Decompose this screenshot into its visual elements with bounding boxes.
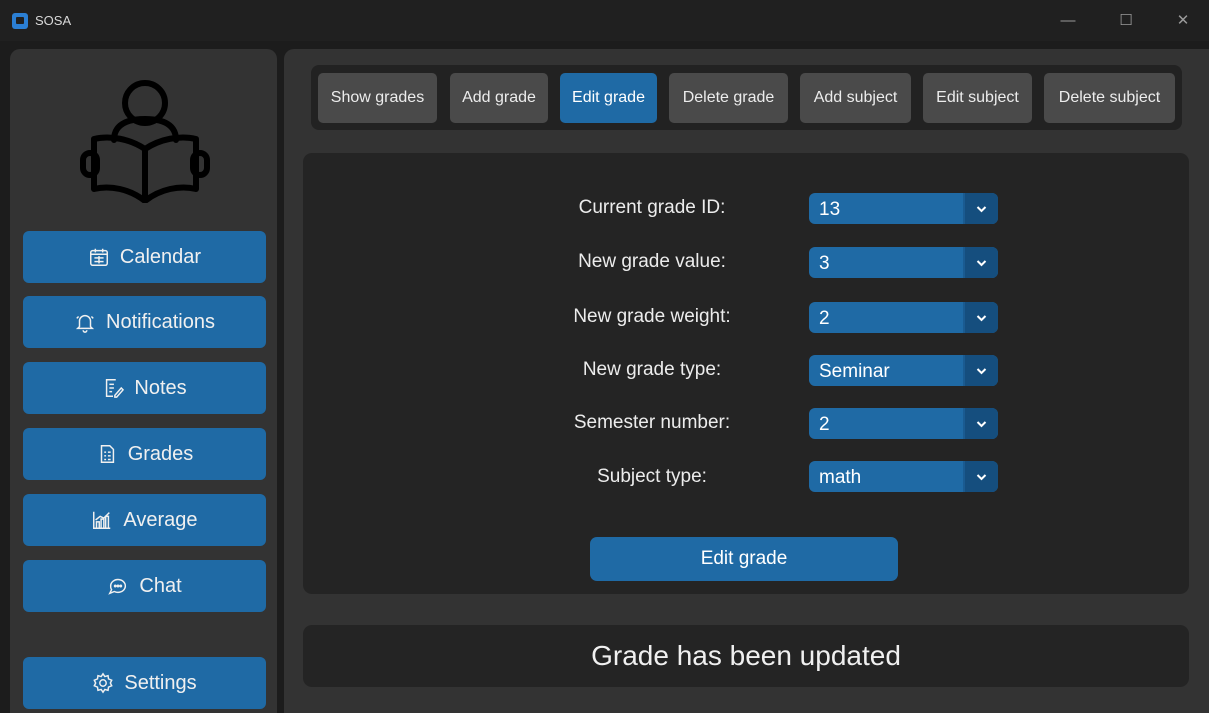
edit-grade-button[interactable]: Edit grade: [590, 537, 898, 581]
tab-show-grades[interactable]: Show grades: [318, 73, 437, 123]
new-grade-type-label: New grade type:: [582, 359, 722, 380]
tab-delete-subject[interactable]: Delete subject: [1044, 73, 1175, 123]
gear-icon: [92, 672, 114, 694]
tab-bar: Show grades Add grade Edit grade Delete …: [311, 65, 1182, 130]
tab-add-grade[interactable]: Add grade: [450, 73, 548, 123]
new-grade-weight-label: New grade weight:: [573, 306, 731, 327]
subject-type-select[interactable]: math: [809, 461, 998, 492]
status-message: Grade has been updated: [303, 625, 1189, 687]
tab-delete-grade[interactable]: Delete grade: [669, 73, 788, 123]
new-grade-type-value: Seminar: [819, 361, 890, 382]
semester-number-value: 2: [819, 414, 830, 435]
chevron-down-icon[interactable]: [963, 461, 998, 492]
semester-number-select[interactable]: 2: [809, 408, 998, 439]
app-icon: [12, 13, 28, 29]
title-bar: SOSA — ☐ ✕: [0, 0, 1209, 41]
tab-edit-grade[interactable]: Edit grade: [560, 73, 657, 123]
subject-type-label: Subject type:: [597, 466, 707, 487]
sidebar-item-calendar[interactable]: Calendar: [23, 231, 266, 283]
main-area: Show grades Add grade Edit grade Delete …: [284, 49, 1209, 713]
minimize-button[interactable]: —: [1048, 10, 1088, 32]
subject-type-value: math: [819, 467, 862, 488]
window-title: SOSA: [35, 13, 72, 28]
sidebar-item-label: Average: [123, 508, 198, 531]
chevron-down-icon[interactable]: [963, 193, 998, 224]
sidebar-item-label: Settings: [124, 671, 197, 694]
maximize-button[interactable]: ☐: [1106, 10, 1146, 32]
sidebar-item-label: Notes: [134, 376, 187, 399]
current-grade-id-value: 13: [819, 199, 841, 220]
reading-person-icon: [80, 80, 210, 203]
chart-icon: [91, 509, 113, 531]
sidebar-item-label: Chat: [139, 574, 182, 597]
sidebar-item-notes[interactable]: Notes: [23, 362, 266, 414]
new-grade-weight-value: 2: [819, 308, 830, 329]
sidebar-item-notifications[interactable]: Notifications: [23, 296, 266, 348]
sidebar: Calendar Notifications Notes Grades Aver…: [10, 49, 277, 713]
sidebar-item-average[interactable]: Average: [23, 494, 266, 546]
current-grade-id-label: Current grade ID:: [578, 197, 726, 218]
new-grade-type-select[interactable]: Seminar: [809, 355, 998, 386]
edit-grade-form: Current grade ID: 13 New grade value: 3 …: [303, 153, 1189, 594]
calendar-icon: [88, 246, 110, 268]
settings-button[interactable]: Settings: [23, 657, 266, 709]
chevron-down-icon[interactable]: [963, 355, 998, 386]
bell-icon: [74, 311, 96, 333]
sidebar-item-label: Grades: [127, 442, 194, 465]
chevron-down-icon[interactable]: [963, 302, 998, 333]
close-button[interactable]: ✕: [1163, 10, 1203, 32]
new-grade-value-select[interactable]: 3: [809, 247, 998, 278]
chat-icon: [107, 575, 129, 597]
notes-icon: [102, 377, 125, 399]
sidebar-item-chat[interactable]: Chat: [23, 560, 266, 612]
chevron-down-icon[interactable]: [963, 247, 998, 278]
grades-icon: [96, 443, 118, 465]
new-grade-value-label: New grade value:: [578, 251, 726, 272]
sidebar-item-label: Calendar: [119, 245, 202, 268]
semester-number-label: Semester number:: [573, 412, 731, 433]
tab-edit-subject[interactable]: Edit subject: [923, 73, 1032, 123]
new-grade-weight-select[interactable]: 2: [809, 302, 998, 333]
sidebar-item-grades[interactable]: Grades: [23, 428, 266, 480]
new-grade-value-value: 3: [819, 253, 830, 274]
sidebar-item-label: Notifications: [106, 310, 215, 333]
chevron-down-icon[interactable]: [963, 408, 998, 439]
current-grade-id-select[interactable]: 13: [809, 193, 998, 224]
tab-add-subject[interactable]: Add subject: [800, 73, 911, 123]
